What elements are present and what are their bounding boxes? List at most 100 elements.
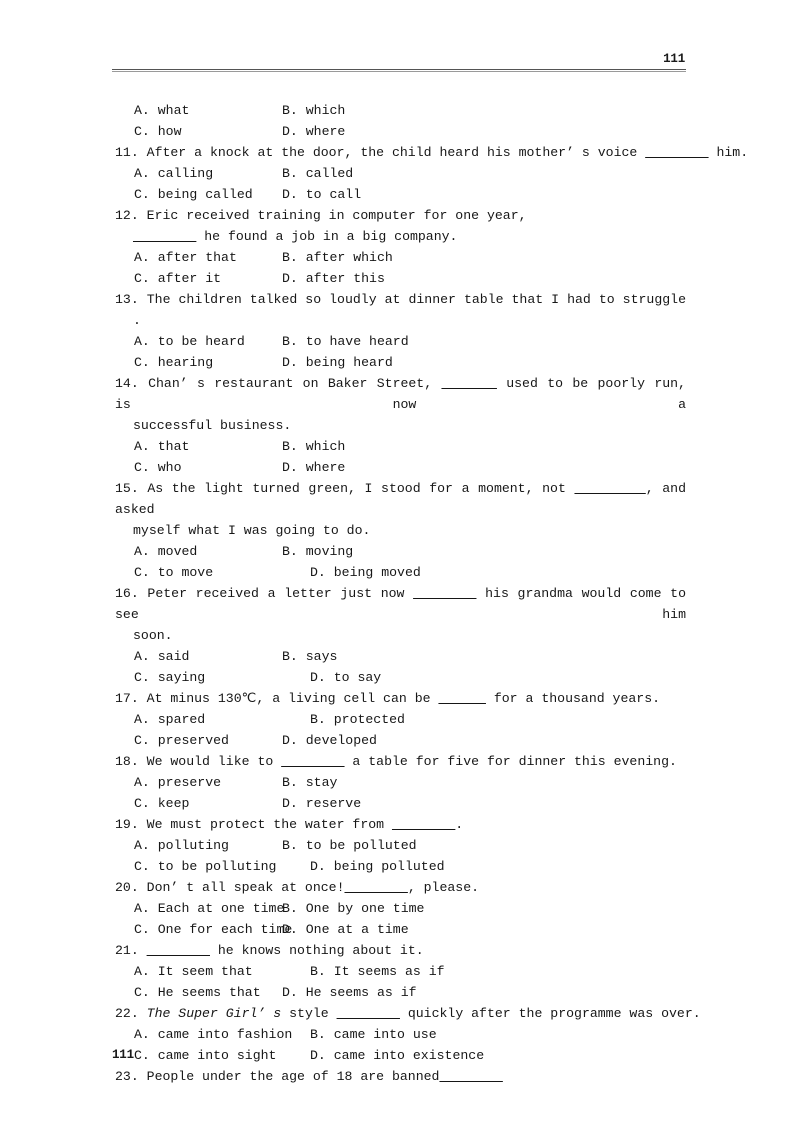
question-stem-11: 11. After a knock at the door, the child… bbox=[0, 142, 800, 163]
answer-blank: _________ bbox=[574, 481, 646, 496]
option-c: C. to be polluting bbox=[134, 859, 277, 874]
option-row: A. Each at one timeB. One by one time bbox=[0, 898, 800, 919]
question-stem-text: 11. After a knock at the door, the child… bbox=[115, 145, 638, 160]
question-stem-head: 16. Peter received a letter just now bbox=[115, 586, 414, 601]
question-number: 22. bbox=[115, 1006, 147, 1021]
option-b: B. to have heard bbox=[282, 334, 409, 349]
option-row: C. after it D. after this bbox=[0, 268, 800, 289]
option-b: B. One by one time bbox=[282, 901, 425, 916]
option-c: C. came into sight bbox=[134, 1048, 277, 1063]
question-stem-12-line2: ________ he found a job in a big company… bbox=[0, 226, 800, 247]
option-row: C. keep D. reserve bbox=[0, 793, 800, 814]
answer-blank: ________ bbox=[439, 1069, 503, 1084]
option-row: C. preserved D. developed bbox=[0, 730, 800, 751]
option-b: B. called bbox=[282, 166, 354, 181]
option-a: A. that bbox=[134, 439, 190, 454]
option-a: A. what bbox=[134, 103, 190, 118]
question-stem-13-line2: . bbox=[133, 313, 141, 328]
option-d: D. to say bbox=[310, 670, 382, 685]
answer-blank: ________ bbox=[413, 586, 477, 601]
option-b: B. moving bbox=[282, 544, 354, 559]
option-a: A. said bbox=[134, 649, 190, 664]
option-row: C. being called D. to call bbox=[0, 184, 800, 205]
option-row: C. He seems that D. He seems as if bbox=[0, 982, 800, 1003]
option-b: B. to be polluted bbox=[282, 838, 417, 853]
option-d: D. being polluted bbox=[310, 859, 445, 874]
option-row: A. that B. which bbox=[0, 436, 800, 457]
option-a: A. to be heard bbox=[134, 334, 245, 349]
question-stem-head: 14. Chan’ s restaurant on Baker Street, bbox=[115, 376, 442, 391]
option-row: A. preserve B. stay bbox=[0, 772, 800, 793]
option-c: C. after it bbox=[134, 271, 222, 286]
option-c: C. to move bbox=[134, 565, 214, 580]
question-stem-tail: . bbox=[455, 817, 464, 832]
option-a: A. It seem that bbox=[134, 964, 253, 979]
question-stem-italic: The Super Girl’ s bbox=[146, 1006, 282, 1021]
option-row: A. It seem that B. It seems as if bbox=[0, 961, 800, 982]
question-stem-tail: , please. bbox=[407, 880, 480, 895]
question-stem-head: 20. Don’ t all speak at once! bbox=[115, 880, 345, 895]
option-b: B. protected bbox=[310, 712, 405, 727]
option-row: C. to be polluting D. being polluted bbox=[0, 856, 800, 877]
option-row: A. came into fashion B. came into use bbox=[0, 1024, 800, 1045]
option-b: B. came into use bbox=[310, 1027, 437, 1042]
document-page: 111 A. what B. which C. how D. where 11. A… bbox=[0, 0, 800, 1132]
question-stem-16: 16. Peter received a letter just now ___… bbox=[0, 583, 800, 625]
option-d: D. where bbox=[282, 124, 346, 139]
option-a: A. polluting bbox=[134, 838, 229, 853]
option-d: D. after this bbox=[282, 271, 385, 286]
question-stem-tail: for a thousand years. bbox=[485, 691, 661, 706]
question-stem-tail: a table for five for dinner this evening… bbox=[344, 754, 677, 769]
option-a: A. Each at one time bbox=[134, 901, 285, 916]
question-stem-21: 21. ________ he knows nothing about it. bbox=[0, 940, 800, 961]
option-a: A. after that bbox=[134, 250, 237, 265]
page-header: 111 bbox=[112, 52, 686, 72]
answer-blank: ________ bbox=[281, 754, 345, 769]
question-stem-15-line2: myself what I was going to do. bbox=[133, 523, 371, 538]
header-page-number: 111 bbox=[663, 52, 685, 66]
question-stem-head: 19. We must protect the water from bbox=[115, 817, 392, 832]
question-stem-head: 23. People under the age of 18 are banne… bbox=[115, 1069, 440, 1084]
option-c: C. keep bbox=[134, 796, 190, 811]
option-c: C. hearing bbox=[134, 355, 214, 370]
option-row: A. spared B. protected bbox=[0, 709, 800, 730]
option-c: C. preserved bbox=[134, 733, 229, 748]
question-stem-20: 20. Don’ t all speak at once!________, p… bbox=[0, 877, 800, 898]
option-row: A. after that B. after which bbox=[0, 247, 800, 268]
option-b: B. It seems as if bbox=[310, 964, 445, 979]
option-c: C. being called bbox=[134, 187, 253, 202]
option-b: B. stay bbox=[282, 775, 338, 790]
question-stem-tail: quickly after the programme was over. bbox=[399, 1006, 701, 1021]
question-stem-head: 15. As the light turned green, I stood f… bbox=[115, 481, 575, 496]
option-d: D. came into existence bbox=[310, 1048, 485, 1063]
question-stem-17: 17. At minus 130℃, a living cell can be … bbox=[0, 688, 800, 709]
question-stem-head: 18. We would like to bbox=[115, 754, 282, 769]
footer-page-number: 111 bbox=[112, 1048, 134, 1062]
answer-blank: ________ bbox=[146, 943, 210, 958]
option-d: D. One at a time bbox=[282, 922, 409, 937]
option-c: C. One for each time bbox=[134, 922, 293, 937]
question-stem-text: 12. Eric received training in computer f… bbox=[115, 208, 527, 223]
option-d: D. reserve bbox=[282, 796, 362, 811]
option-c: C. how bbox=[134, 124, 182, 139]
option-row: C. One for each timeD. One at a time bbox=[0, 919, 800, 940]
answer-blank: ________ bbox=[336, 1006, 400, 1021]
option-row: A. moved B. moving bbox=[0, 541, 800, 562]
answer-blank: ________ bbox=[344, 880, 408, 895]
question-stem-22: 22. The Super Girl’ s style ________ qui… bbox=[0, 1003, 800, 1024]
option-row: A. polluting B. to be polluted bbox=[0, 835, 800, 856]
option-a: A. preserve bbox=[134, 775, 222, 790]
option-d: D. being heard bbox=[282, 355, 393, 370]
option-b: B. which bbox=[282, 103, 346, 118]
answer-blank: ________ bbox=[391, 817, 456, 832]
option-row: A. said B. says bbox=[0, 646, 800, 667]
answer-blank: _______ bbox=[441, 376, 497, 391]
option-d: D. He seems as if bbox=[282, 985, 417, 1000]
question-stem-mid: style bbox=[281, 1006, 337, 1021]
question-stem-head: 21. bbox=[115, 943, 147, 958]
header-divider bbox=[112, 69, 686, 72]
option-b: B. after which bbox=[282, 250, 393, 265]
question-stem-16-line2: soon. bbox=[133, 628, 173, 643]
answer-blank: ________ bbox=[133, 229, 197, 244]
question-stem-tail: he found a job in a big company. bbox=[196, 229, 458, 244]
